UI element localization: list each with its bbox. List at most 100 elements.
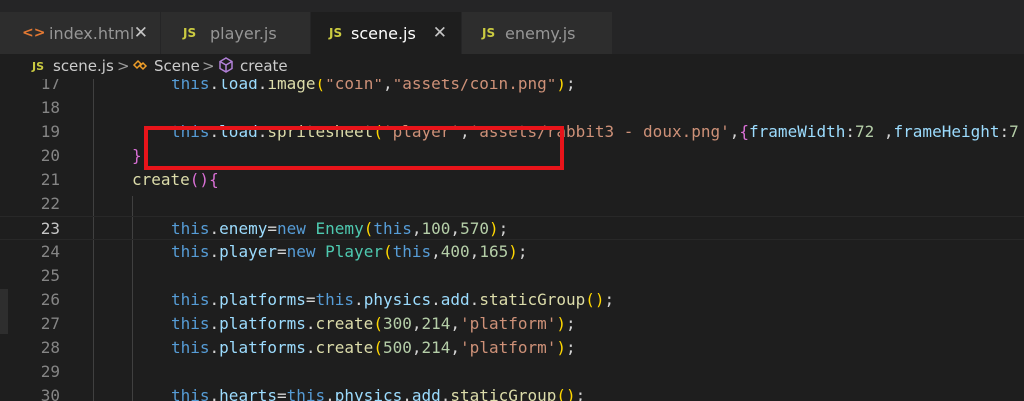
code-token: ; [575,386,586,401]
code-line[interactable]: 27 this.platforms.create(300,214,'platfor… [0,312,1024,336]
code-token: . [431,290,441,309]
code-token: load [219,79,258,93]
code-token: physics [363,290,432,309]
code-token: platforms [219,338,306,357]
line-number: 23 [40,219,60,238]
code-line[interactable]: 24 this.player=new Player(this,400,165); [0,240,1024,264]
code-token: 400 [440,242,470,261]
code-token: 570 [460,219,489,238]
code-token: , [729,122,740,141]
code-token: ) [556,314,567,333]
code-token: physics [334,386,403,401]
tab-player-js[interactable]: JS player.js [161,12,310,54]
code-token: : [845,122,855,141]
line-number: 26 [40,290,60,309]
code-token: ( [373,338,383,357]
line-number: 24 [40,242,60,261]
code-token: . [209,219,220,238]
code-text: this.platforms.create(500,214,'platform'… [171,336,576,360]
code-token: 72 [855,122,875,141]
js-file-icon: JS [32,60,45,73]
code-token: ) [556,338,567,357]
code-token: . [402,386,412,401]
code-token: , [382,79,393,93]
code-line[interactable]: 17 this.load.image("coin","assets/coin.pn… [0,79,1024,96]
code-token: : [999,122,1010,141]
code-token: Player [325,242,383,261]
code-token: 100 [421,219,451,238]
code-line[interactable]: 29 [0,360,1024,384]
code-token: () [556,386,576,401]
code-token: ( [315,79,326,93]
chevron-right-icon: > [202,57,215,75]
code-token: this [171,338,210,357]
code-line[interactable]: 22 [0,192,1024,216]
code-token: , [411,314,422,333]
code-token: image [267,79,316,93]
breadcrumb-class[interactable]: Scene [154,57,200,75]
code-line[interactable]: 18 [0,96,1024,120]
code-token: ) [556,79,566,93]
code-token: { [209,170,219,189]
class-symbol-icon [131,56,149,78]
line-number: 25 [40,266,60,285]
html-file-icon: <> [22,25,46,41]
breadcrumb-file[interactable]: scene.js [53,57,114,75]
code-token: this [373,219,412,238]
code-token: this [392,242,432,261]
code-line[interactable]: 28 this.platforms.create(500,214,'platfor… [0,336,1024,360]
tab-enemy-js[interactable]: JS enemy.js [462,12,612,54]
code-token: this [171,290,210,309]
tab-label: scene.js [351,23,416,43]
code-line[interactable]: 25 [0,264,1024,288]
close-icon[interactable]: ✕ [433,23,447,43]
code-token: 165 [479,242,509,261]
code-line[interactable]: 21 create(){ [0,168,1024,192]
code-token: 300 [382,314,412,333]
code-token: . [305,338,316,357]
code-token: ; [604,290,615,309]
method-symbol-icon-svg [219,57,233,73]
code-token: create [132,170,190,189]
line-number: 18 [40,98,60,117]
code-token: . [209,314,220,333]
code-token: ; [566,338,576,357]
code-token: 'platform' [460,338,557,357]
code-token: this [171,242,210,261]
code-token: ( [373,314,383,333]
red-annotation-box [144,126,564,170]
code-token: . [209,242,220,261]
close-icon[interactable]: ✕ [134,23,148,43]
code-token: . [209,338,220,357]
code-token: this [315,290,355,309]
code-token: . [209,290,220,309]
code-token: ) [488,219,499,238]
code-line[interactable]: 30 this.hearts=this.physics.add.staticGro… [0,384,1024,401]
tab-scene-js[interactable]: JS scene.js ✕ [311,12,461,54]
code-text: this.load.image("coin","assets/coin.png"… [171,79,576,96]
code-token: . [354,290,364,309]
breadcrumb-method[interactable]: create [240,57,288,75]
code-token: "assets/coin.png" [392,79,557,93]
code-token: this [171,314,210,333]
code-token: . [440,386,451,401]
code-token: ; [498,219,509,238]
code-text: this.player=new Player(this,400,165); [171,240,528,264]
code-token: , [431,242,441,261]
line-number: 28 [40,338,60,357]
code-token: () [189,170,210,189]
code-token: , [450,314,461,333]
code-token: Enemy [315,219,364,238]
code-line[interactable]: 23 this.enemy=new Enemy(this,100,570); [0,216,1024,240]
code-token: . [325,386,335,401]
code-token: this [171,79,210,93]
code-token: this [171,386,210,401]
code-token: ) [508,242,518,261]
code-token: ( [363,219,374,238]
code-token: new [276,219,306,238]
code-token: staticGroup [450,386,557,401]
code-token: , [411,338,422,357]
tab-index-html[interactable]: <> index.html ✕ [0,12,160,54]
code-line[interactable]: 26 this.platforms=this.physics.add.static… [0,288,1024,312]
